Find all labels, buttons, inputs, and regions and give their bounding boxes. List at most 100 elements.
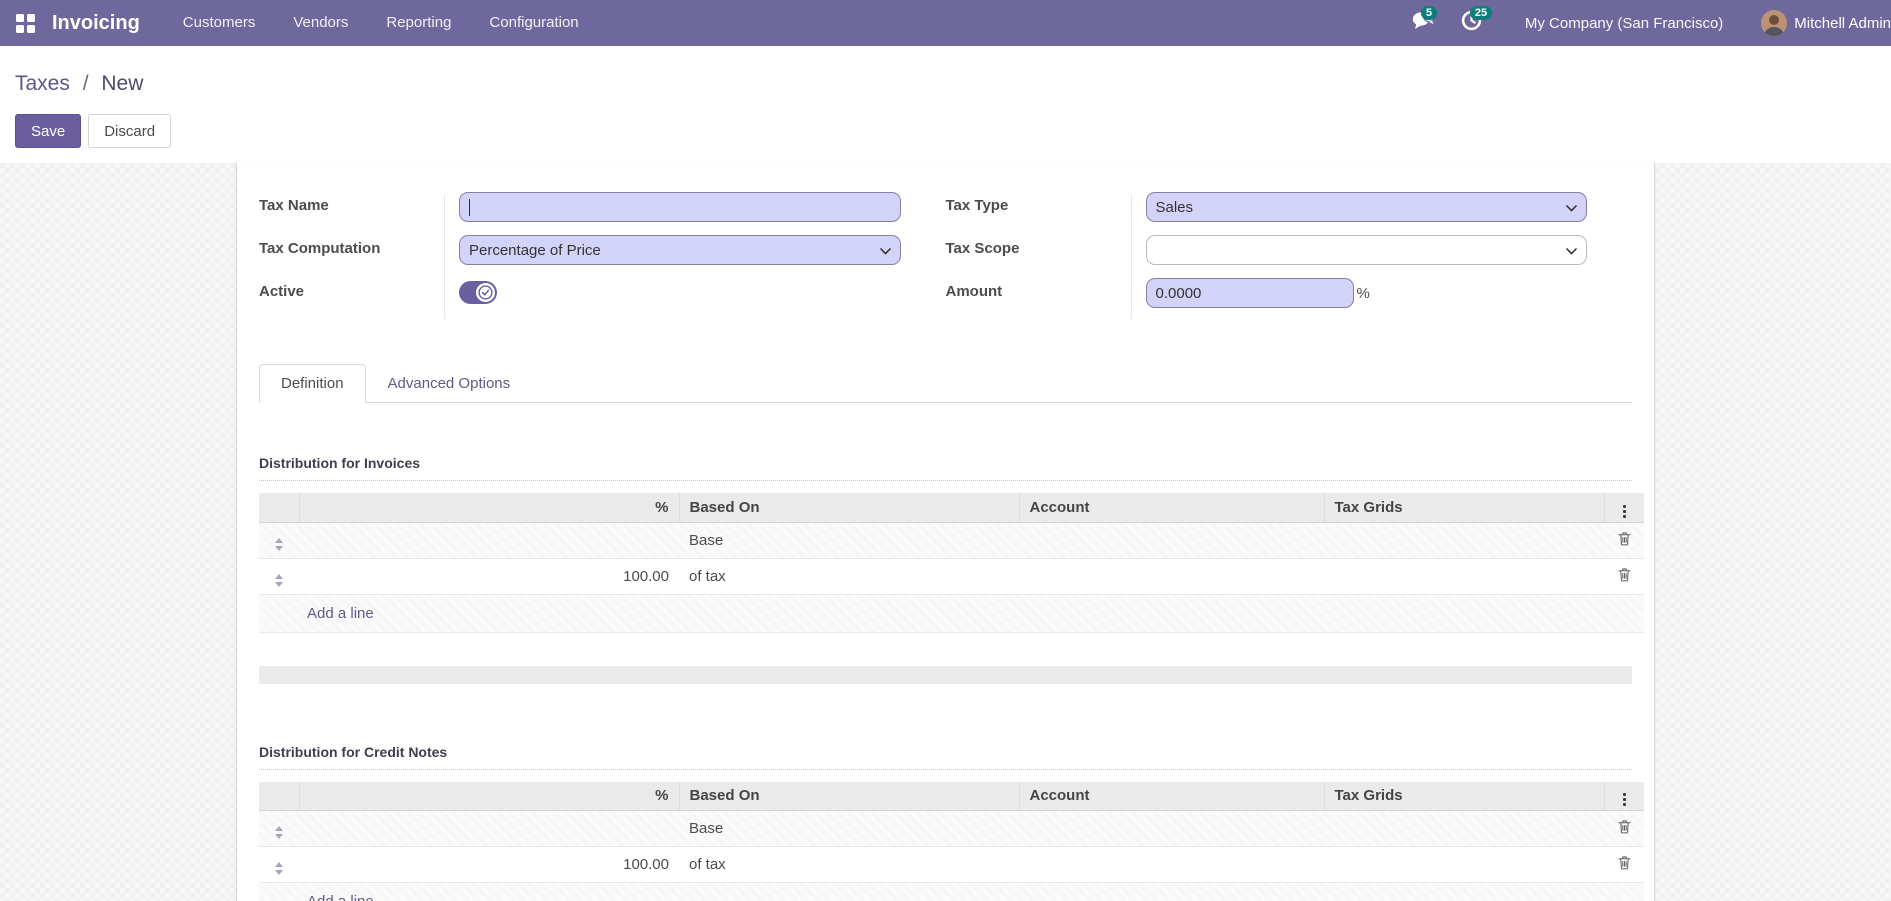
tab-definition[interactable]: Definition (259, 364, 366, 403)
cell-tax-grids[interactable] (1324, 522, 1604, 558)
check-icon (476, 283, 495, 302)
percent-column-header: % (299, 493, 679, 522)
field-column-left: Tax Name Tax Computation Percentage of P… (259, 192, 946, 321)
content-area: Tax Name Tax Computation Percentage of P… (0, 163, 1891, 901)
main-menu: Customers Vendors Reporting Configuratio… (164, 0, 598, 46)
tax-scope-select[interactable] (1146, 235, 1588, 265)
drag-handle-cell[interactable] (259, 558, 299, 594)
cell-percent[interactable]: 100.00 (299, 558, 679, 594)
amount-label: Amount (946, 278, 1131, 300)
table-row[interactable]: 100.00 of tax (259, 847, 1644, 883)
handle-column-header (259, 493, 299, 522)
credit-notes-distribution-table: % Based On Account Tax Grids (259, 782, 1644, 901)
tax-type-select[interactable]: Sales (1146, 192, 1588, 222)
drag-handle-cell[interactable] (259, 811, 299, 847)
table-header-row: % Based On Account Tax Grids (259, 782, 1644, 811)
menu-reporting[interactable]: Reporting (367, 0, 470, 46)
cell-based-on[interactable]: Base (679, 522, 1019, 558)
account-column-header: Account (1019, 782, 1324, 811)
chevron-down-icon (1566, 242, 1577, 259)
save-button[interactable]: Save (15, 114, 81, 148)
delete-row-button[interactable] (1604, 811, 1644, 847)
cell-percent[interactable] (299, 811, 679, 847)
kebab-menu-icon[interactable] (1619, 503, 1630, 520)
drag-handle-icon (275, 826, 283, 839)
cell-tax-grids[interactable] (1324, 558, 1604, 594)
menu-configuration[interactable]: Configuration (470, 0, 597, 46)
user-menu[interactable]: Mitchell Admin (1761, 10, 1891, 36)
trash-icon (1618, 855, 1631, 870)
activities-button[interactable]: 25 (1448, 0, 1495, 46)
breadcrumb: Taxes / New (15, 72, 1891, 95)
cell-based-on[interactable]: Base (679, 811, 1019, 847)
drag-handle-icon (275, 574, 283, 587)
cell-account[interactable] (1019, 811, 1324, 847)
delete-row-button[interactable] (1604, 847, 1644, 883)
table-row[interactable]: 100.00 of tax (259, 558, 1644, 594)
tax-computation-label: Tax Computation (259, 235, 444, 257)
cell-percent[interactable]: 100.00 (299, 847, 679, 883)
kebab-menu-icon[interactable] (1619, 791, 1630, 808)
cell-based-on[interactable]: of tax (679, 847, 1019, 883)
percent-column-header: % (299, 782, 679, 811)
tax-grids-column-header: Tax Grids (1324, 493, 1604, 522)
page: Invoicing Customers Vendors Reporting Co… (0, 0, 1891, 901)
section-title: Distribution for Invoices (259, 455, 1632, 481)
cell-account[interactable] (1019, 847, 1324, 883)
tab-advanced-options[interactable]: Advanced Options (366, 364, 533, 403)
drag-handle-cell[interactable] (259, 847, 299, 883)
optional-columns-header (1604, 782, 1644, 811)
discard-button[interactable]: Discard (88, 114, 171, 148)
active-toggle[interactable] (459, 281, 497, 304)
delete-row-button[interactable] (1604, 522, 1644, 558)
app-brand[interactable]: Invoicing (52, 12, 140, 35)
cell-tax-grids[interactable] (1324, 847, 1604, 883)
user-name: Mitchell Admin (1794, 15, 1891, 32)
section-spacer (259, 666, 1632, 684)
cell-tax-grids[interactable] (1324, 811, 1604, 847)
add-a-line-link[interactable]: Add a line (269, 893, 374, 901)
tax-computation-select[interactable]: Percentage of Price (459, 235, 901, 265)
tax-scope-label: Tax Scope (946, 235, 1131, 257)
cell-percent[interactable] (299, 522, 679, 558)
add-line-row: Add a line (259, 594, 1644, 632)
drag-handle-cell[interactable] (259, 522, 299, 558)
account-column-header: Account (1019, 493, 1324, 522)
apps-grid-icon[interactable] (12, 10, 38, 36)
tab-content: Distribution for Invoices % Based On Acc… (259, 403, 1632, 901)
tax-type-label: Tax Type (946, 192, 1131, 214)
drag-handle-icon (275, 862, 283, 875)
cell-account[interactable] (1019, 522, 1324, 558)
add-a-line-link[interactable]: Add a line (269, 605, 374, 622)
tax-name-input[interactable] (459, 192, 901, 222)
control-panel: Taxes / New Save Discard (0, 46, 1891, 163)
cell-account[interactable] (1019, 558, 1324, 594)
tax-name-label: Tax Name (259, 192, 444, 214)
messages-button[interactable]: 5 (1399, 0, 1448, 46)
based-on-column-header: Based On (679, 782, 1019, 811)
based-on-column-header: Based On (679, 493, 1019, 522)
delete-row-button[interactable] (1604, 558, 1644, 594)
user-avatar (1761, 10, 1787, 36)
amount-suffix: % (1357, 285, 1370, 302)
breadcrumb-taxes-link[interactable]: Taxes (15, 72, 70, 95)
breadcrumb-separator: / (83, 72, 89, 95)
section-distribution-invoices: Distribution for Invoices % Based On Acc… (259, 455, 1632, 633)
company-switcher[interactable]: My Company (San Francisco) (1525, 15, 1723, 32)
menu-customers[interactable]: Customers (164, 0, 275, 46)
breadcrumb-current: New (101, 72, 143, 95)
text-cursor (469, 199, 470, 216)
trash-icon (1618, 567, 1631, 582)
chevron-down-icon (880, 242, 891, 259)
table-row[interactable]: Base (259, 522, 1644, 558)
active-label: Active (259, 278, 444, 300)
add-line-row: Add a line (259, 883, 1644, 901)
messages-count-badge: 5 (1421, 6, 1437, 20)
amount-input[interactable]: 0.0000 (1146, 278, 1354, 308)
trash-icon (1618, 531, 1631, 546)
table-row[interactable]: Base (259, 811, 1644, 847)
section-distribution-credit-notes: Distribution for Credit Notes % Based On… (259, 744, 1632, 901)
activities-count-badge: 25 (1470, 6, 1492, 20)
menu-vendors[interactable]: Vendors (274, 0, 367, 46)
cell-based-on[interactable]: of tax (679, 558, 1019, 594)
